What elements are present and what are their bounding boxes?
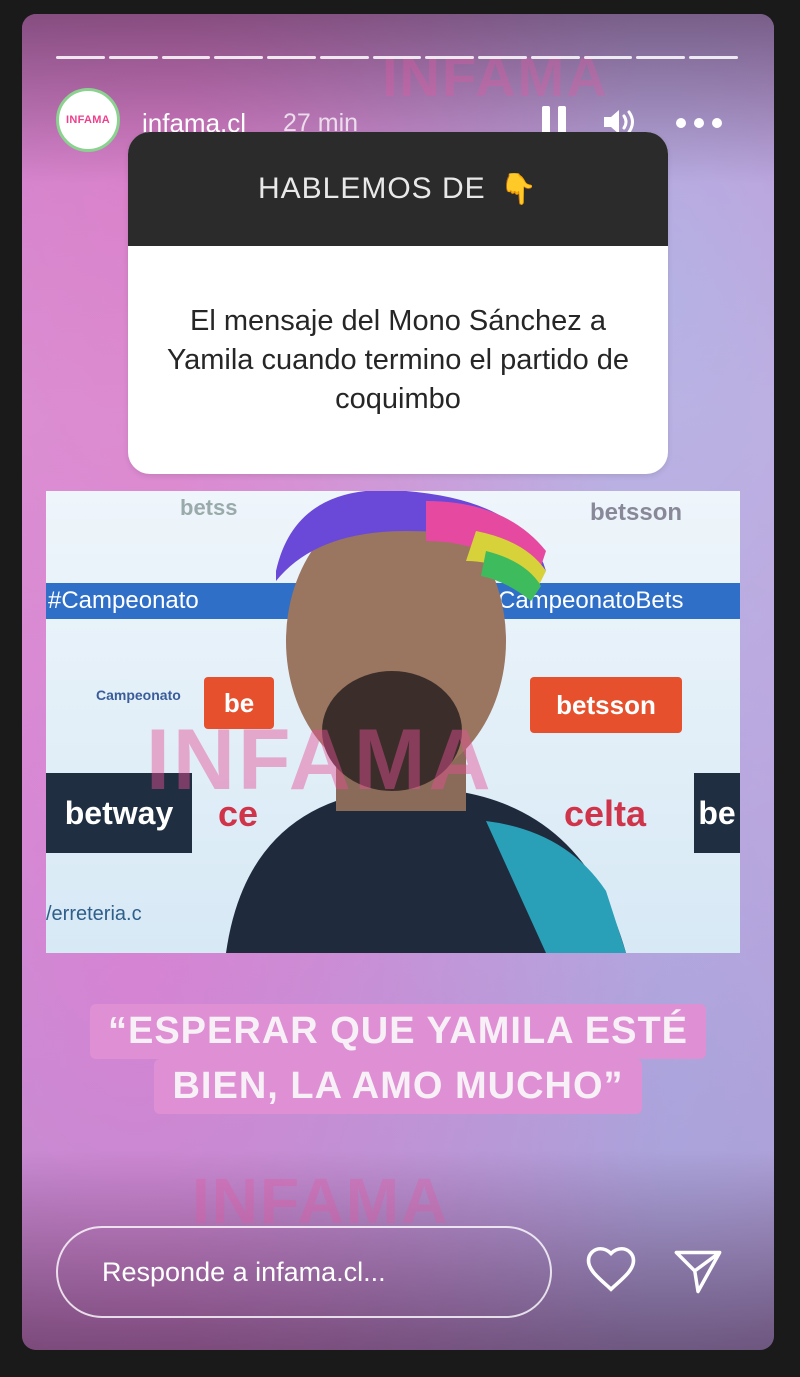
photo-watermark: INFAMA (146, 712, 494, 808)
progress-segment (689, 56, 738, 59)
reply-input[interactable]: Responde a infama.cl... (56, 1226, 552, 1318)
progress-segment (56, 56, 105, 59)
heart-icon[interactable] (584, 1242, 638, 1296)
sponsor-campeonato: Campeonato (96, 687, 181, 703)
reply-placeholder: Responde a infama.cl... (102, 1256, 386, 1287)
progress-segment (161, 56, 211, 59)
send-icon[interactable] (672, 1246, 724, 1298)
more-options-icon[interactable] (676, 118, 722, 128)
question-sticker[interactable]: HABLEMOS DE 👇 El mensaje del Mono Sánche… (128, 132, 668, 474)
progress-segment (372, 56, 422, 59)
quote-caption: “ESPERAR QUE YAMILA ESTÉ BIEN, LA AMO MU… (22, 1004, 774, 1114)
quote-line-1: “ESPERAR QUE YAMILA ESTÉ (89, 1004, 707, 1059)
story-progress-bar (56, 56, 738, 60)
sponsor-ferreteria: /erreteria.c (46, 903, 142, 925)
progress-segment (267, 56, 316, 59)
progress-segment (425, 56, 475, 59)
avatar[interactable]: INFAMA (56, 88, 120, 152)
avatar-logo-text: INFAMA (66, 114, 110, 126)
banner-text-left: #Campeonato (48, 587, 199, 614)
question-sticker-header: HABLEMOS DE 👇 (128, 132, 668, 246)
progress-segment (583, 56, 633, 59)
question-sticker-heading: HABLEMOS DE (257, 172, 486, 205)
progress-segment (530, 56, 580, 59)
story-photo: betss betsson #Campeonato CampeonatoBets… (46, 491, 740, 953)
quote-line-2: BIEN, LA AMO MUCHO” (154, 1059, 642, 1114)
progress-segment (108, 56, 158, 59)
progress-segment (214, 56, 264, 59)
story-container[interactable]: INFAMA INFAMA INFAMA infama.cl 27 min HA… (22, 14, 774, 1350)
progress-segment (636, 56, 686, 59)
progress-segment (478, 56, 527, 59)
question-sticker-text: El mensaje del Mono Sánchez a Yamila cua… (166, 304, 630, 415)
progress-segment (319, 56, 369, 59)
pointing-down-icon: 👇 (499, 172, 539, 206)
sponsor-be-right: be (694, 773, 740, 853)
